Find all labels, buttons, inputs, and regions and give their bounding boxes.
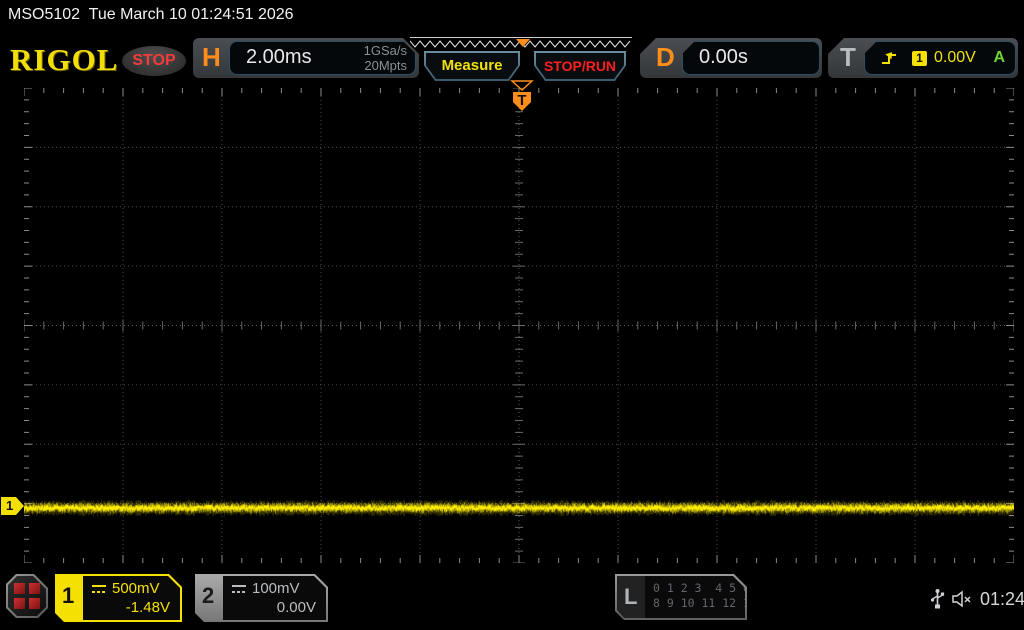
- trigger-label: T: [840, 42, 856, 72]
- stop-run-button-label: STOP/RUN: [536, 53, 624, 79]
- trigger-settings-box[interactable]: T 1 0.00V A: [828, 38, 1018, 78]
- channel2-status-widget[interactable]: 100mV 0.00V 2: [195, 574, 328, 622]
- menu-dot: [29, 583, 40, 594]
- status-bar: MSO5102 Tue March 10 01:24:51 2026: [8, 6, 294, 24]
- channel1-ground-marker[interactable]: 1: [1, 497, 24, 515]
- delay-value: 0.00s: [699, 46, 748, 68]
- dc-coupling-icon: [231, 583, 247, 595]
- timebase-display[interactable]: 2.00ms 1GSa/s 20Mpts: [229, 41, 416, 75]
- rising-edge-trigger-icon: [882, 52, 896, 64]
- channel1-scale-row: 500mV: [91, 580, 160, 597]
- logic-channel-numbers: 0 1 2 3 4 5 6 78 9 10 11 12 13 14 15: [645, 576, 745, 618]
- menu-button[interactable]: [6, 574, 48, 618]
- channel2-number: 2: [202, 583, 215, 608]
- channel1-status-widget[interactable]: 500mV -1.48V 1: [55, 574, 182, 622]
- trigger-source-badge: 1: [912, 50, 927, 66]
- timebase-value: 2.00ms: [246, 46, 312, 68]
- sample-rate: 1GSa/s: [363, 43, 407, 58]
- grid-menu-icon: [8, 576, 46, 616]
- menu-dot: [14, 583, 25, 594]
- channel1-info: 500mV -1.48V: [83, 576, 180, 620]
- channel1-trace: [24, 88, 1014, 563]
- logic-row2: 8 9 10 11 12 13 14 15: [653, 596, 799, 610]
- waveform-overview-bar[interactable]: [409, 37, 632, 51]
- logic-label: L: [617, 576, 645, 618]
- horizontal-label: H: [202, 42, 221, 72]
- logic-channels-widget[interactable]: L 0 1 2 3 4 5 6 78 9 10 11 12 13 14 15: [615, 574, 747, 620]
- rigol-logo: RIGOL: [10, 42, 119, 77]
- model-name: MSO5102: [8, 6, 81, 23]
- overview-trigger-position-icon[interactable]: [516, 39, 530, 47]
- menu-dot: [29, 598, 40, 609]
- dc-coupling-icon: [91, 583, 107, 595]
- horizontal-settings-box[interactable]: H 2.00ms 1GSa/s 20Mpts: [193, 38, 419, 78]
- channel1-scale: 500mV: [112, 580, 160, 597]
- memory-depth: 20Mpts: [364, 58, 407, 73]
- delay-display[interactable]: 0.00s: [682, 41, 820, 75]
- channel1-number: 1: [62, 583, 75, 608]
- channel2-info: 100mV 0.00V: [223, 576, 326, 620]
- usb-icon: [930, 589, 945, 609]
- measure-button[interactable]: Measure: [424, 51, 520, 81]
- channel1-offset: -1.48V: [125, 599, 170, 616]
- trigger-marker-letter: T: [517, 92, 526, 109]
- measure-button-label: Measure: [426, 53, 518, 79]
- channel2-offset: 0.00V: [276, 599, 316, 616]
- clock-time: 01:24: [980, 589, 1024, 609]
- logic-row1: 0 1 2 3 4 5 6 7: [653, 581, 764, 595]
- sample-rate-depth: 1GSa/s 20Mpts: [364, 43, 407, 73]
- trigger-position-marker[interactable]: T: [509, 80, 535, 114]
- menu-dot: [14, 598, 25, 609]
- trigger-display[interactable]: 1 0.00V A: [864, 41, 1016, 75]
- delay-label: D: [656, 42, 675, 72]
- datetime: Tue March 10 01:24:51 2026: [88, 6, 294, 23]
- speaker-muted-icon: [952, 590, 971, 608]
- channel2-scale: 100mV: [252, 580, 300, 597]
- delay-settings-box[interactable]: D 0.00s: [640, 38, 822, 78]
- channel2-scale-row: 100mV: [231, 580, 300, 597]
- trigger-level-value: 0.00V: [934, 49, 976, 66]
- acquisition-status-badge: STOP: [122, 46, 186, 76]
- stop-run-button[interactable]: STOP/RUN: [534, 51, 626, 81]
- trigger-mode-auto: A: [993, 49, 1005, 66]
